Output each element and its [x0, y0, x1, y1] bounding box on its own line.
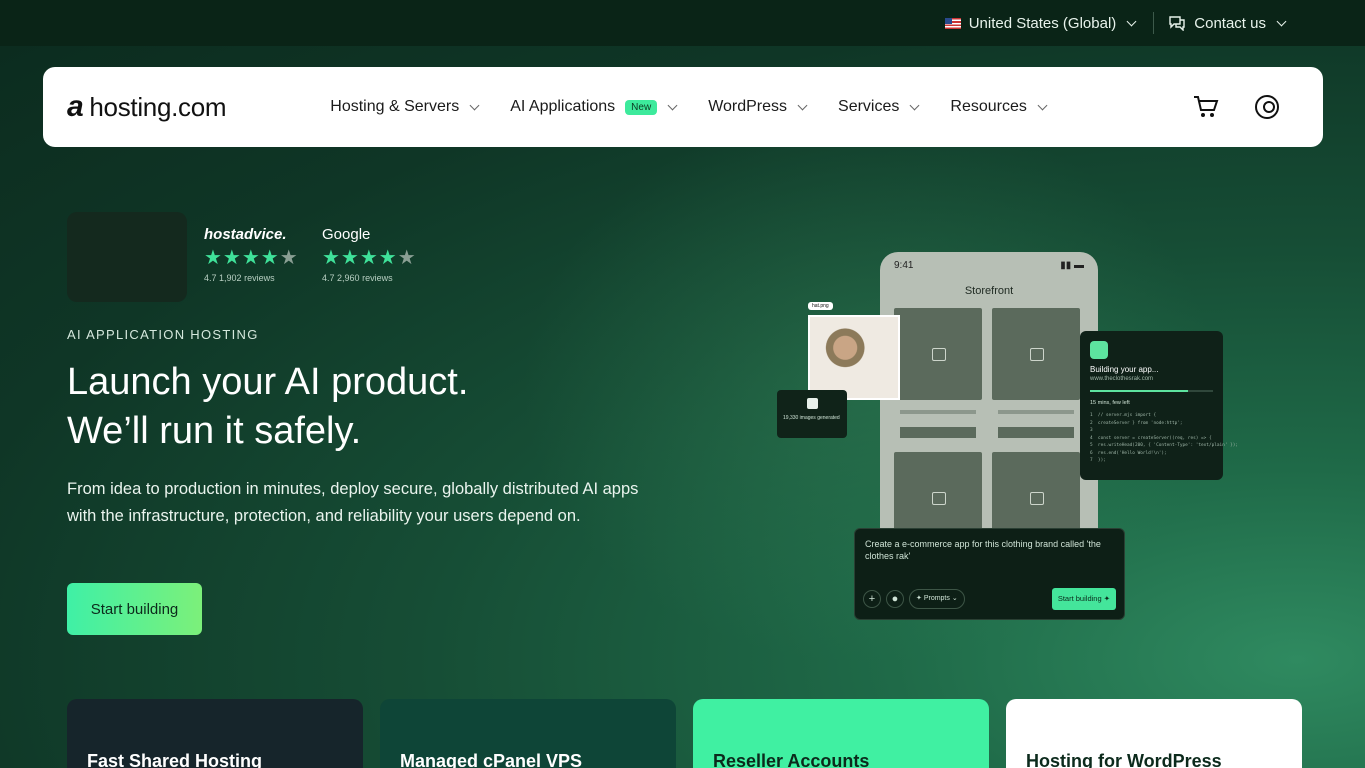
product-cards: Fast Shared Hosting Managed cPanel VPS R…	[67, 699, 1302, 768]
card-title: Managed cPanel VPS	[400, 751, 583, 768]
nav-item-wordpress[interactable]: WordPress	[708, 98, 808, 116]
add-icon[interactable]: +	[863, 590, 881, 608]
nav-item-label: Services	[838, 98, 900, 115]
chevron-down-icon	[469, 100, 480, 110]
images-generated-text: 19,330 images generated	[783, 415, 840, 421]
chat-icon	[1169, 16, 1185, 31]
photo-filename: hat.png	[808, 302, 833, 310]
us-flag-icon	[944, 17, 961, 29]
card-title: Fast Shared Hosting	[87, 751, 263, 768]
main-navigation: a hosting.com Hosting & Servers AI Appli…	[43, 67, 1323, 147]
region-selector[interactable]: United States (Global)	[944, 14, 1137, 32]
hero-eyebrow: AI APPLICATION HOSTING	[67, 327, 259, 342]
chevron-down-icon	[1037, 100, 1048, 110]
hero-title-line2: We’ll run it safely.	[67, 410, 362, 452]
prompts-dropdown[interactable]: ✦ Prompts ⌄	[909, 589, 965, 609]
prompt-start-building-button[interactable]: Start building ✦	[1051, 588, 1116, 610]
signal-battery-icon: ▮▮ ▬	[1060, 260, 1084, 271]
chevron-down-icon	[1276, 16, 1287, 26]
build-progress-card: Building your app... www.theclothesrak.c…	[1080, 331, 1238, 480]
star-rating-icon: ★★★★★	[322, 247, 417, 269]
phone-time: 9:41	[894, 260, 914, 271]
nav-item-label: WordPress	[708, 98, 788, 115]
hostadvice-rating: hostadvice. ★★★★★ 4.7 1,902 reviews	[204, 226, 299, 283]
logo-mark-icon: a	[67, 90, 84, 123]
card-title: Reseller Accounts	[713, 751, 870, 768]
product-tile-image	[894, 308, 982, 400]
nav-menu: Hosting & Servers AI Applications New Wor…	[330, 98, 1048, 116]
google-rating: Google ★★★★★ 4.7 2,960 reviews	[322, 226, 417, 283]
brand-logo[interactable]: a hosting.com	[67, 90, 227, 124]
nav-item-label: Resources	[950, 98, 1027, 115]
code-snippet: 1 // server.mjs import { 2 createServer …	[1090, 413, 1238, 463]
build-url: www.theclothesrak.com	[1090, 376, 1154, 382]
new-badge: New	[625, 99, 658, 115]
rating-brand: hostadvice.	[204, 226, 287, 243]
rating-meta: 4.7 2,960 reviews	[322, 273, 393, 283]
rating-brand: Google	[322, 226, 371, 243]
build-title: Building your app...	[1090, 365, 1159, 374]
card-title: Hosting for WordPress	[1026, 751, 1222, 768]
nav-item-label: AI Applications	[510, 98, 616, 115]
product-text-line	[998, 410, 1074, 414]
build-progress-bar	[1090, 390, 1213, 392]
nav-item-ai-applications[interactable]: AI Applications New	[510, 98, 678, 116]
divider	[1153, 12, 1155, 34]
account-icon[interactable]	[1255, 95, 1279, 119]
product-button	[998, 427, 1074, 438]
nav-item-resources[interactable]: Resources	[950, 98, 1048, 116]
product-tile-image	[992, 308, 1080, 400]
prompt-box[interactable]: Create a e-commerce app for this clothin…	[854, 528, 1125, 620]
phone-title: Storefront	[964, 285, 1014, 297]
ratings-placeholder	[67, 212, 187, 302]
build-icon	[1090, 341, 1108, 359]
region-label: United States (Global)	[968, 14, 1117, 32]
cart-icon[interactable]	[1193, 95, 1219, 119]
hero-title-line1: Launch your AI product.	[67, 361, 469, 403]
chevron-down-icon	[909, 100, 920, 110]
hero-subtitle: From idea to production in minutes, depl…	[67, 480, 639, 525]
card-wordpress-hosting[interactable]: Hosting for WordPress	[1006, 699, 1302, 768]
star-rating-icon: ★★★★★	[204, 247, 299, 269]
card-shared-hosting[interactable]: Fast Shared Hosting	[67, 699, 363, 768]
prompt-toolbar: + ● ✦ Prompts ⌄ Start building ✦	[863, 588, 1116, 610]
rating-meta: 4.7 1,902 reviews	[204, 273, 275, 283]
model-photo	[808, 315, 900, 400]
nav-actions	[1193, 95, 1279, 119]
build-time: 15 mins, few left	[1090, 400, 1130, 406]
card-reseller[interactable]: Reseller Accounts	[693, 699, 989, 768]
chevron-down-icon	[1126, 16, 1137, 26]
start-building-button[interactable]: Start building	[67, 583, 202, 635]
phone-status-bar: 9:41 ▮▮ ▬	[880, 252, 1098, 279]
nav-item-label: Hosting & Servers	[330, 98, 460, 115]
microphone-icon[interactable]: ●	[886, 590, 904, 608]
card-cpanel-vps[interactable]: Managed cPanel VPS	[380, 699, 676, 768]
brand-name: hosting.com	[89, 91, 227, 122]
hero-title: Launch your AI product. We’ll run it saf…	[67, 358, 667, 456]
prompt-text: Create a e-commerce app for this clothin…	[865, 539, 1101, 561]
product-button	[900, 427, 976, 438]
chevron-down-icon	[797, 100, 808, 110]
product-text-line	[900, 410, 976, 414]
nav-item-services[interactable]: Services	[838, 98, 920, 116]
image-icon	[806, 398, 818, 409]
nav-item-hosting-servers[interactable]: Hosting & Servers	[330, 98, 480, 116]
contact-label: Contact us	[1194, 14, 1266, 32]
images-generated-card: 19,330 images generated	[777, 390, 847, 438]
phone-mockup: 9:41 ▮▮ ▬ Storefront	[880, 252, 1098, 552]
top-utility-bar: United States (Global) Contact us	[0, 0, 1365, 46]
chevron-down-icon	[667, 100, 678, 110]
contact-menu[interactable]: Contact us	[1168, 14, 1287, 32]
